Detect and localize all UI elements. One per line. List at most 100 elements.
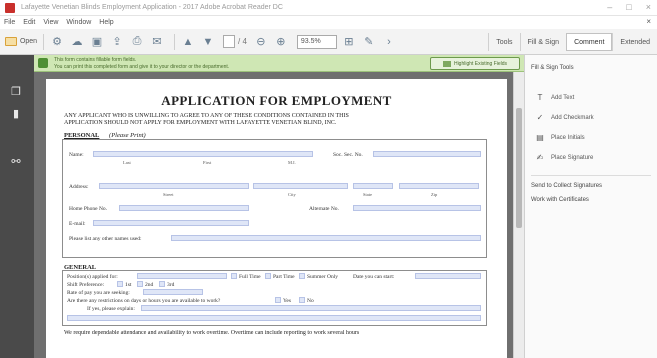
ssn-field[interactable]	[373, 151, 481, 157]
address-sub-city: City	[288, 192, 296, 197]
address-label: Address:	[69, 184, 89, 190]
title-bar: Lafayette Venetian Blinds Employment App…	[0, 0, 657, 16]
address-street-field[interactable]	[99, 183, 249, 189]
vertical-scrollbar[interactable]	[513, 72, 524, 358]
place-signature-label: Place Signature	[551, 154, 594, 161]
menu-view[interactable]: View	[43, 19, 58, 26]
open-button[interactable]: Open	[4, 33, 38, 51]
home-phone-field[interactable]	[119, 205, 249, 211]
email-icon[interactable]: ✉	[149, 33, 165, 51]
work-with-certificates-link[interactable]: Work with Certificates	[531, 197, 589, 203]
full-time-checkbox[interactable]	[231, 273, 237, 279]
upload-icon[interactable]: ⇪	[109, 33, 125, 51]
restrictions-yes-label: Yes	[283, 298, 292, 304]
address-zip-field[interactable]	[399, 183, 479, 189]
tab-tools[interactable]: Tools	[488, 33, 519, 51]
tab-comment[interactable]: Comment	[566, 33, 613, 51]
place-signature-tool[interactable]: ✍ Place Signature	[535, 153, 594, 162]
other-names-label: Please list any other names used:	[69, 236, 142, 242]
close-document-icon[interactable]: ×	[646, 17, 651, 26]
page-number-input[interactable]	[223, 35, 235, 48]
tools-pane-divider	[531, 175, 651, 176]
menu-edit[interactable]: Edit	[23, 19, 35, 26]
restrictions-label: Are there any restrictions on days or ho…	[67, 298, 221, 304]
alt-phone-field[interactable]	[353, 205, 481, 211]
add-checkmark-label: Add Checkmark	[551, 114, 594, 121]
other-names-field[interactable]	[171, 235, 481, 241]
part-time-checkbox[interactable]	[265, 273, 271, 279]
more-tools-icon[interactable]: ›	[381, 33, 397, 51]
toolbar-divider	[174, 33, 175, 50]
shift-2nd-checkbox[interactable]	[137, 281, 143, 287]
next-page-icon[interactable]: ▼	[200, 33, 216, 51]
close-button[interactable]: ×	[646, 2, 651, 12]
save-icon[interactable]: ▣	[89, 33, 105, 51]
restrictions-no-checkbox[interactable]	[299, 297, 305, 303]
summer-only-checkbox[interactable]	[299, 273, 305, 279]
menu-file[interactable]: File	[4, 19, 15, 26]
full-time-label: Full Time	[239, 274, 261, 280]
document-title: APPLICATION FOR EMPLOYMENT	[161, 93, 392, 108]
personal-heading: PERSONAL	[64, 132, 100, 139]
name-sub-last: Last	[123, 160, 131, 165]
toolbar-divider	[43, 33, 44, 50]
ssn-label: Soc. Sec. No.	[333, 152, 363, 158]
bookmarks-icon[interactable]: ▮	[8, 107, 24, 121]
create-pdf-icon[interactable]: ⚙	[49, 33, 65, 51]
document-view: This form contains fillable form fields.…	[34, 55, 524, 358]
place-initials-tool[interactable]: ▤ Place Initials	[535, 133, 584, 142]
previous-page-icon[interactable]: ▲	[180, 33, 196, 51]
add-text-tool[interactable]: T Add Text	[535, 93, 575, 102]
zoom-select[interactable]: 93.5%	[296, 34, 337, 49]
restrictions-no-label: No	[307, 298, 314, 304]
maximize-button[interactable]: □	[626, 2, 631, 12]
add-checkmark-tool[interactable]: ✓ Add Checkmark	[535, 113, 594, 122]
restrictions-yes-checkbox[interactable]	[275, 297, 281, 303]
address-sub-state: State	[363, 192, 372, 197]
zoom-out-icon[interactable]: ⊖	[253, 33, 269, 51]
date-start-field[interactable]	[415, 273, 481, 279]
menu-window[interactable]: Window	[66, 19, 91, 26]
pay-field[interactable]	[143, 289, 203, 295]
shift-1st-checkbox[interactable]	[117, 281, 123, 287]
form-notification-bar: This form contains fillable form fields.…	[34, 55, 524, 72]
main-toolbar: Open ⚙ ☁ ▣ ⇪ ⎙ ✉ ▲ ▼ / 4 ⊖ ⊕ 93.5% ⊞ ✎ ›…	[0, 29, 657, 55]
sign-icon[interactable]: ✎	[361, 33, 377, 51]
highlight-fields-button[interactable]: Highlight Existing Fields	[430, 57, 520, 70]
tab-extended[interactable]: Extended	[612, 33, 657, 51]
zoom-in-icon[interactable]: ⊕	[273, 33, 289, 51]
name-field[interactable]	[93, 151, 313, 157]
page-thumbnails-icon[interactable]: ❐	[8, 85, 24, 99]
alt-phone-label: Alternate No.	[309, 206, 339, 212]
address-city-field[interactable]	[253, 183, 348, 189]
explain-field-line-2[interactable]	[67, 315, 481, 321]
scrollbar-thumb[interactable]	[516, 108, 522, 228]
intro-line-1: ANY APPLICANT WHO IS UNWILLING TO AGREE …	[64, 113, 349, 119]
print-icon[interactable]: ⎙	[129, 33, 145, 51]
address-sub-street: Street	[163, 192, 174, 197]
address-sub-zip: Zip	[431, 192, 438, 197]
send-for-signatures-link[interactable]: Send to Collect Signatures	[531, 183, 602, 189]
address-state-field[interactable]	[353, 183, 393, 189]
cloud-icon[interactable]: ☁	[69, 33, 85, 51]
fit-page-icon[interactable]: ⊞	[341, 33, 357, 51]
tab-fill-sign[interactable]: Fill & Sign	[519, 33, 567, 51]
email-field[interactable]	[93, 220, 249, 226]
email-label: E-mail:	[69, 221, 86, 227]
tools-pane-header[interactable]: Fill & Sign Tools	[531, 65, 574, 71]
explain-field[interactable]	[141, 305, 481, 311]
date-start-label: Date you can start:	[353, 274, 395, 280]
minimize-button[interactable]: –	[607, 2, 612, 12]
position-field[interactable]	[137, 273, 227, 279]
intro-text: ANY APPLICANT WHO IS UNWILLING TO AGREE …	[64, 113, 484, 127]
attachments-icon[interactable]: ⚯	[8, 155, 24, 169]
menu-bar: File Edit View Window Help ×	[0, 16, 657, 29]
name-sub-first: First	[203, 160, 212, 165]
signature-icon: ✍	[536, 153, 544, 162]
home-phone-label: Home Phone No.	[69, 206, 108, 212]
toolbar-tabs: Tools Fill & Sign Comment Extended	[488, 33, 657, 51]
personal-hint: (Please Print)	[109, 132, 146, 139]
shift-3rd-checkbox[interactable]	[159, 281, 165, 287]
menu-help[interactable]: Help	[99, 19, 113, 26]
highlight-fields-label: Highlight Existing Fields	[453, 60, 508, 67]
